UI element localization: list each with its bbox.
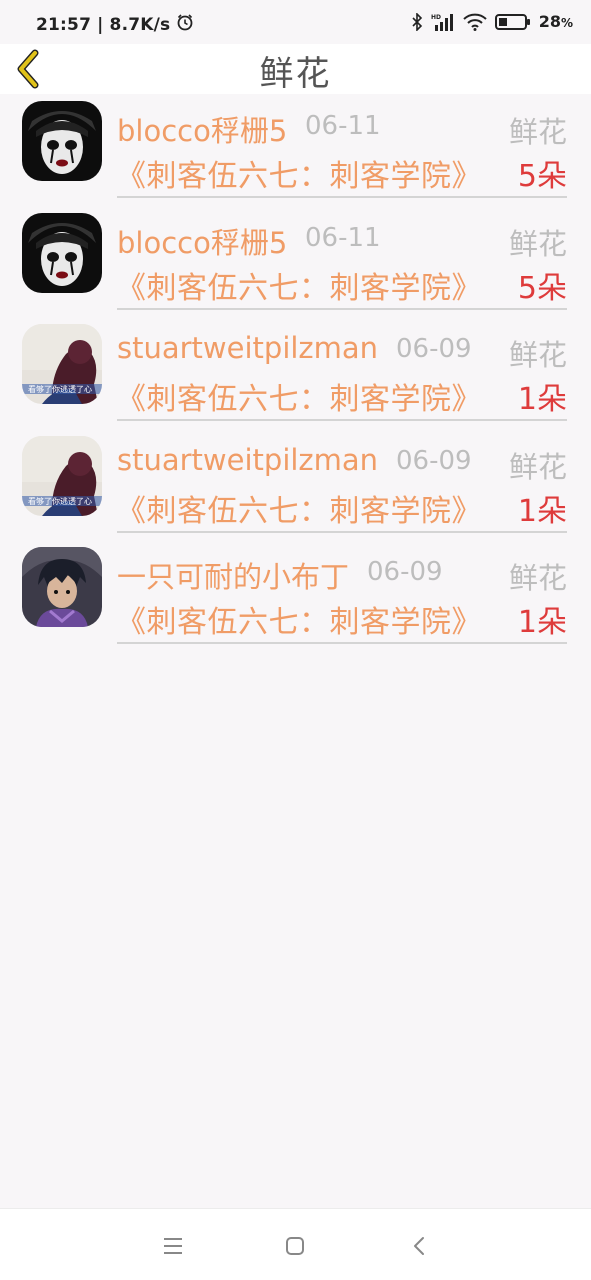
list-item[interactable]: blocco稃栅5 06-11 鲜花 《刺客伍六七：刺客学院》 5朵	[0, 94, 591, 206]
gift-count: 1朵	[517, 605, 567, 640]
divider	[117, 196, 567, 198]
avatar[interactable]	[22, 101, 102, 181]
book-title[interactable]: 《刺客伍六七：刺客学院》	[116, 263, 482, 307]
divider	[117, 530, 567, 533]
username[interactable]: blocco稃栅5	[117, 220, 287, 262]
gift-count: 1朵	[517, 493, 567, 529]
status-left: 21:57 | 8.7K/s	[36, 13, 194, 36]
menu-button[interactable]	[158, 1231, 188, 1261]
gift-type: 鲜花	[508, 449, 567, 484]
gift-type: 鲜花	[508, 115, 567, 149]
status-separator: |	[97, 14, 104, 35]
username[interactable]: stuartweitpilzman	[117, 443, 378, 477]
avatar[interactable]	[22, 212, 102, 293]
list-item[interactable]: 看够了你逃透了心 stuartweitpilzman 06-09 鲜花 《刺客伍…	[0, 429, 591, 541]
record-date: 06-11	[305, 111, 381, 141]
avatar[interactable]: 看够了你逃透了心	[22, 435, 102, 516]
username[interactable]: 一只可耐的小布丁	[117, 554, 349, 596]
svg-text:HD: HD	[431, 14, 441, 21]
page-title: 鲜花	[259, 54, 332, 94]
system-nav-bar	[0, 1208, 591, 1280]
avatar-caption: 看够了你逃透了心	[28, 496, 92, 506]
gift-count: 1朵	[517, 382, 567, 417]
gift-count: 5朵	[517, 270, 567, 306]
battery-icon	[494, 13, 531, 31]
gift-count: 5朵	[517, 159, 567, 194]
gift-type: 鲜花	[508, 561, 567, 595]
status-time: 21:57	[36, 14, 92, 35]
status-right: HD 28%	[411, 12, 573, 31]
divider	[117, 642, 567, 644]
system-back-button[interactable]	[404, 1231, 434, 1261]
nav-bar: 鲜花	[0, 44, 591, 94]
list-item[interactable]: 一只可耐的小布丁 06-09 鲜花 《刺客伍六七：刺客学院》 1朵	[0, 540, 591, 652]
avatar[interactable]: 看够了你逃透了心	[22, 324, 102, 404]
gift-type: 鲜花	[508, 338, 567, 372]
username[interactable]: blocco稃栅5	[117, 108, 287, 150]
divider	[117, 419, 567, 421]
wifi-icon	[463, 13, 487, 31]
record-date: 06-09	[396, 445, 472, 476]
home-icon	[286, 1237, 304, 1255]
network-speed: 8.7K/s	[109, 14, 171, 35]
gift-type: 鲜花	[508, 226, 567, 261]
gift-record-list: blocco稃栅5 06-11 鲜花 《刺客伍六七：刺客学院》 5朵 blocc…	[0, 94, 591, 652]
battery-percent: 28%	[538, 12, 573, 31]
list-item[interactable]: blocco稃栅5 06-11 鲜花 《刺客伍六七：刺客学院》 5朵	[0, 206, 591, 318]
book-title[interactable]: 《刺客伍六七：刺客学院》	[116, 486, 482, 530]
book-title[interactable]: 《刺客伍六七：刺客学院》	[116, 374, 482, 418]
book-title[interactable]: 《刺客伍六七：刺客学院》	[116, 151, 482, 195]
status-bar: 21:57 | 8.7K/s HD 28%	[0, 0, 591, 44]
back-icon	[414, 1237, 424, 1255]
username[interactable]: stuartweitpilzman	[117, 331, 378, 365]
avatar[interactable]	[22, 547, 102, 627]
divider	[117, 307, 567, 310]
signal-icon: HD	[431, 13, 455, 31]
avatar-caption: 看够了你逃透了心	[28, 384, 92, 394]
bluetooth-icon	[411, 12, 423, 31]
home-button[interactable]	[280, 1231, 310, 1261]
book-title[interactable]: 《刺客伍六七：刺客学院》	[116, 597, 482, 641]
list-item[interactable]: 看够了你逃透了心 stuartweitpilzman 06-09 鲜花 《刺客伍…	[0, 317, 591, 429]
record-date: 06-09	[367, 557, 443, 587]
menu-icon	[164, 1238, 182, 1254]
record-date: 06-09	[396, 334, 472, 364]
alarm-icon	[176, 13, 194, 36]
record-date: 06-11	[305, 222, 381, 253]
